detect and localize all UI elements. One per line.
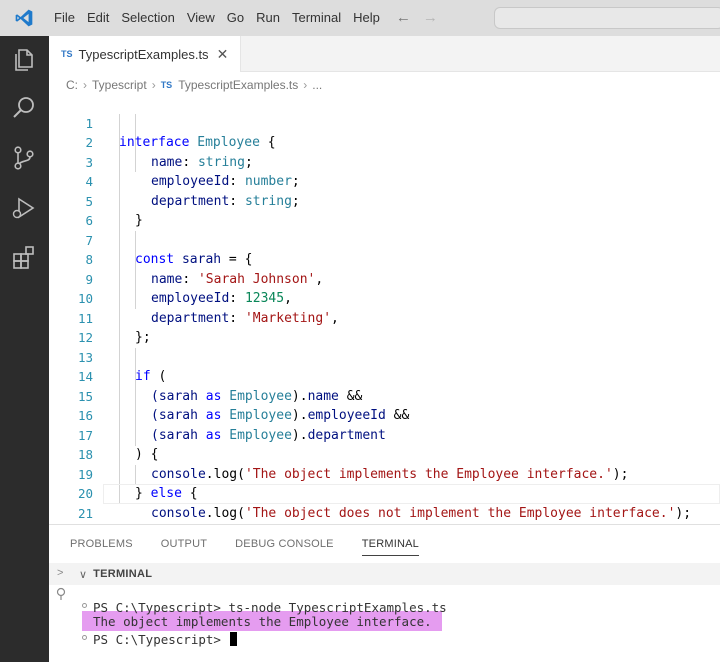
chevron-right-icon: › xyxy=(151,78,156,92)
vscode-logo-icon[interactable] xyxy=(0,0,48,36)
breadcrumb-drive[interactable]: C: xyxy=(66,78,78,92)
bottom-panel: PROBLEMS OUTPUT DEBUG CONSOLE TERMINAL ∨… xyxy=(49,524,720,662)
code-line-15: 15 (sarah as Employee).employeeId && xyxy=(77,388,410,424)
explorer-icon[interactable] xyxy=(10,46,38,74)
title-bar: File Edit Selection View Go Run Terminal… xyxy=(0,0,720,36)
menu-file[interactable]: File xyxy=(48,0,81,36)
code-line-11: 11 }; xyxy=(77,310,151,346)
code-line-10: 10 department: 'Marketing', xyxy=(77,291,339,326)
tab-label: TypescriptExamples.ts xyxy=(78,46,209,62)
code-line-13: 13 if ( xyxy=(77,349,167,385)
forward-arrow-icon[interactable]: → xyxy=(423,0,438,36)
source-control-icon[interactable] xyxy=(10,144,38,172)
code-line-3: 3 employeeId: number; xyxy=(85,154,300,190)
tab-terminal[interactable]: TERMINAL xyxy=(361,538,420,556)
code-line-7: 7 const sarah = { xyxy=(85,232,253,268)
code-line-2: 2 name: string; xyxy=(85,135,253,170)
menu-selection[interactable]: Selection xyxy=(115,0,180,36)
code-line-17: 17 ) { xyxy=(77,427,159,463)
code-line-4: 4 department: string; xyxy=(85,174,300,209)
command-decoration-icon xyxy=(82,635,87,640)
breadcrumb-symbol[interactable]: ... xyxy=(312,78,322,92)
search-icon[interactable] xyxy=(10,94,38,122)
code-editor[interactable]: 1 interface Employee { 2 name: string; 3… xyxy=(49,94,720,541)
editor-tab-bar: TS TypescriptExamples.ts ✕ xyxy=(49,36,720,72)
menu-bar: File Edit Selection View Go Run Terminal… xyxy=(48,0,438,36)
chevron-down-icon[interactable]: ∨ xyxy=(79,568,87,581)
info-pin-icon xyxy=(56,587,66,600)
chevron-right-icon: › xyxy=(83,78,87,92)
code-line-8: 8 name: 'Sarah Johnson', xyxy=(85,252,324,287)
terminal-section-header[interactable]: ∨ TERMINAL xyxy=(49,563,720,585)
code-line-16: 16 (sarah as Employee).department xyxy=(77,408,386,443)
panel-tab-bar: PROBLEMS OUTPUT DEBUG CONSOLE TERMINAL xyxy=(49,525,720,563)
code-line-19: 19 } else { xyxy=(77,466,198,502)
tab-output[interactable]: OUTPUT xyxy=(161,538,207,550)
command-decoration-icon xyxy=(82,603,87,608)
terminal-line-prompt: PS C:\Typescript> xyxy=(93,631,238,649)
menu-terminal[interactable]: Terminal xyxy=(286,0,347,36)
breadcrumb-file[interactable]: TypescriptExamples.ts xyxy=(178,78,298,92)
tab-typescript-examples[interactable]: TS TypescriptExamples.ts ✕ xyxy=(49,36,241,72)
terminal-cursor xyxy=(230,632,238,646)
menu-view[interactable]: View xyxy=(181,0,221,36)
code-line-9: 9 employeeId: 12345, xyxy=(85,271,292,307)
menu-edit[interactable]: Edit xyxy=(81,0,115,36)
extensions-icon[interactable] xyxy=(10,244,38,272)
chevron-right-icon[interactable]: > xyxy=(57,567,63,579)
code-line-1: 1 interface Employee { xyxy=(85,115,276,151)
typescript-file-icon: TS xyxy=(160,80,173,90)
typescript-file-icon: TS xyxy=(61,49,73,59)
menu-run[interactable]: Run xyxy=(250,0,286,36)
code-line-12: 12 xyxy=(77,330,93,345)
menu-help[interactable]: Help xyxy=(347,0,386,36)
activity-bar xyxy=(0,36,49,662)
back-arrow-icon[interactable]: ← xyxy=(396,0,411,36)
chevron-right-icon: › xyxy=(303,78,308,92)
code-line-20: 20 console.log('The object does not impl… xyxy=(77,486,692,521)
terminal-line-output: The object implements the Employee inter… xyxy=(93,614,432,629)
run-debug-icon[interactable] xyxy=(10,194,38,222)
command-center-search[interactable] xyxy=(494,7,720,29)
close-icon[interactable]: ✕ xyxy=(217,46,229,63)
code-line-14: 14 (sarah as Employee).name && xyxy=(77,369,363,404)
breadcrumb: C: › Typescript › TS TypescriptExamples.… xyxy=(66,76,322,94)
code-line-5: 5 } xyxy=(85,193,143,229)
code-line-6: 6 xyxy=(85,213,93,228)
code-line-21: 21 } xyxy=(77,505,143,541)
menu-go[interactable]: Go xyxy=(221,0,250,36)
terminal-title: TERMINAL xyxy=(93,568,153,580)
breadcrumb-folder[interactable]: Typescript xyxy=(92,78,147,92)
tab-debug-console[interactable]: DEBUG CONSOLE xyxy=(235,538,334,550)
tab-problems[interactable]: PROBLEMS xyxy=(70,538,133,550)
code-line-18: 18 console.log('The object implements th… xyxy=(77,447,629,482)
